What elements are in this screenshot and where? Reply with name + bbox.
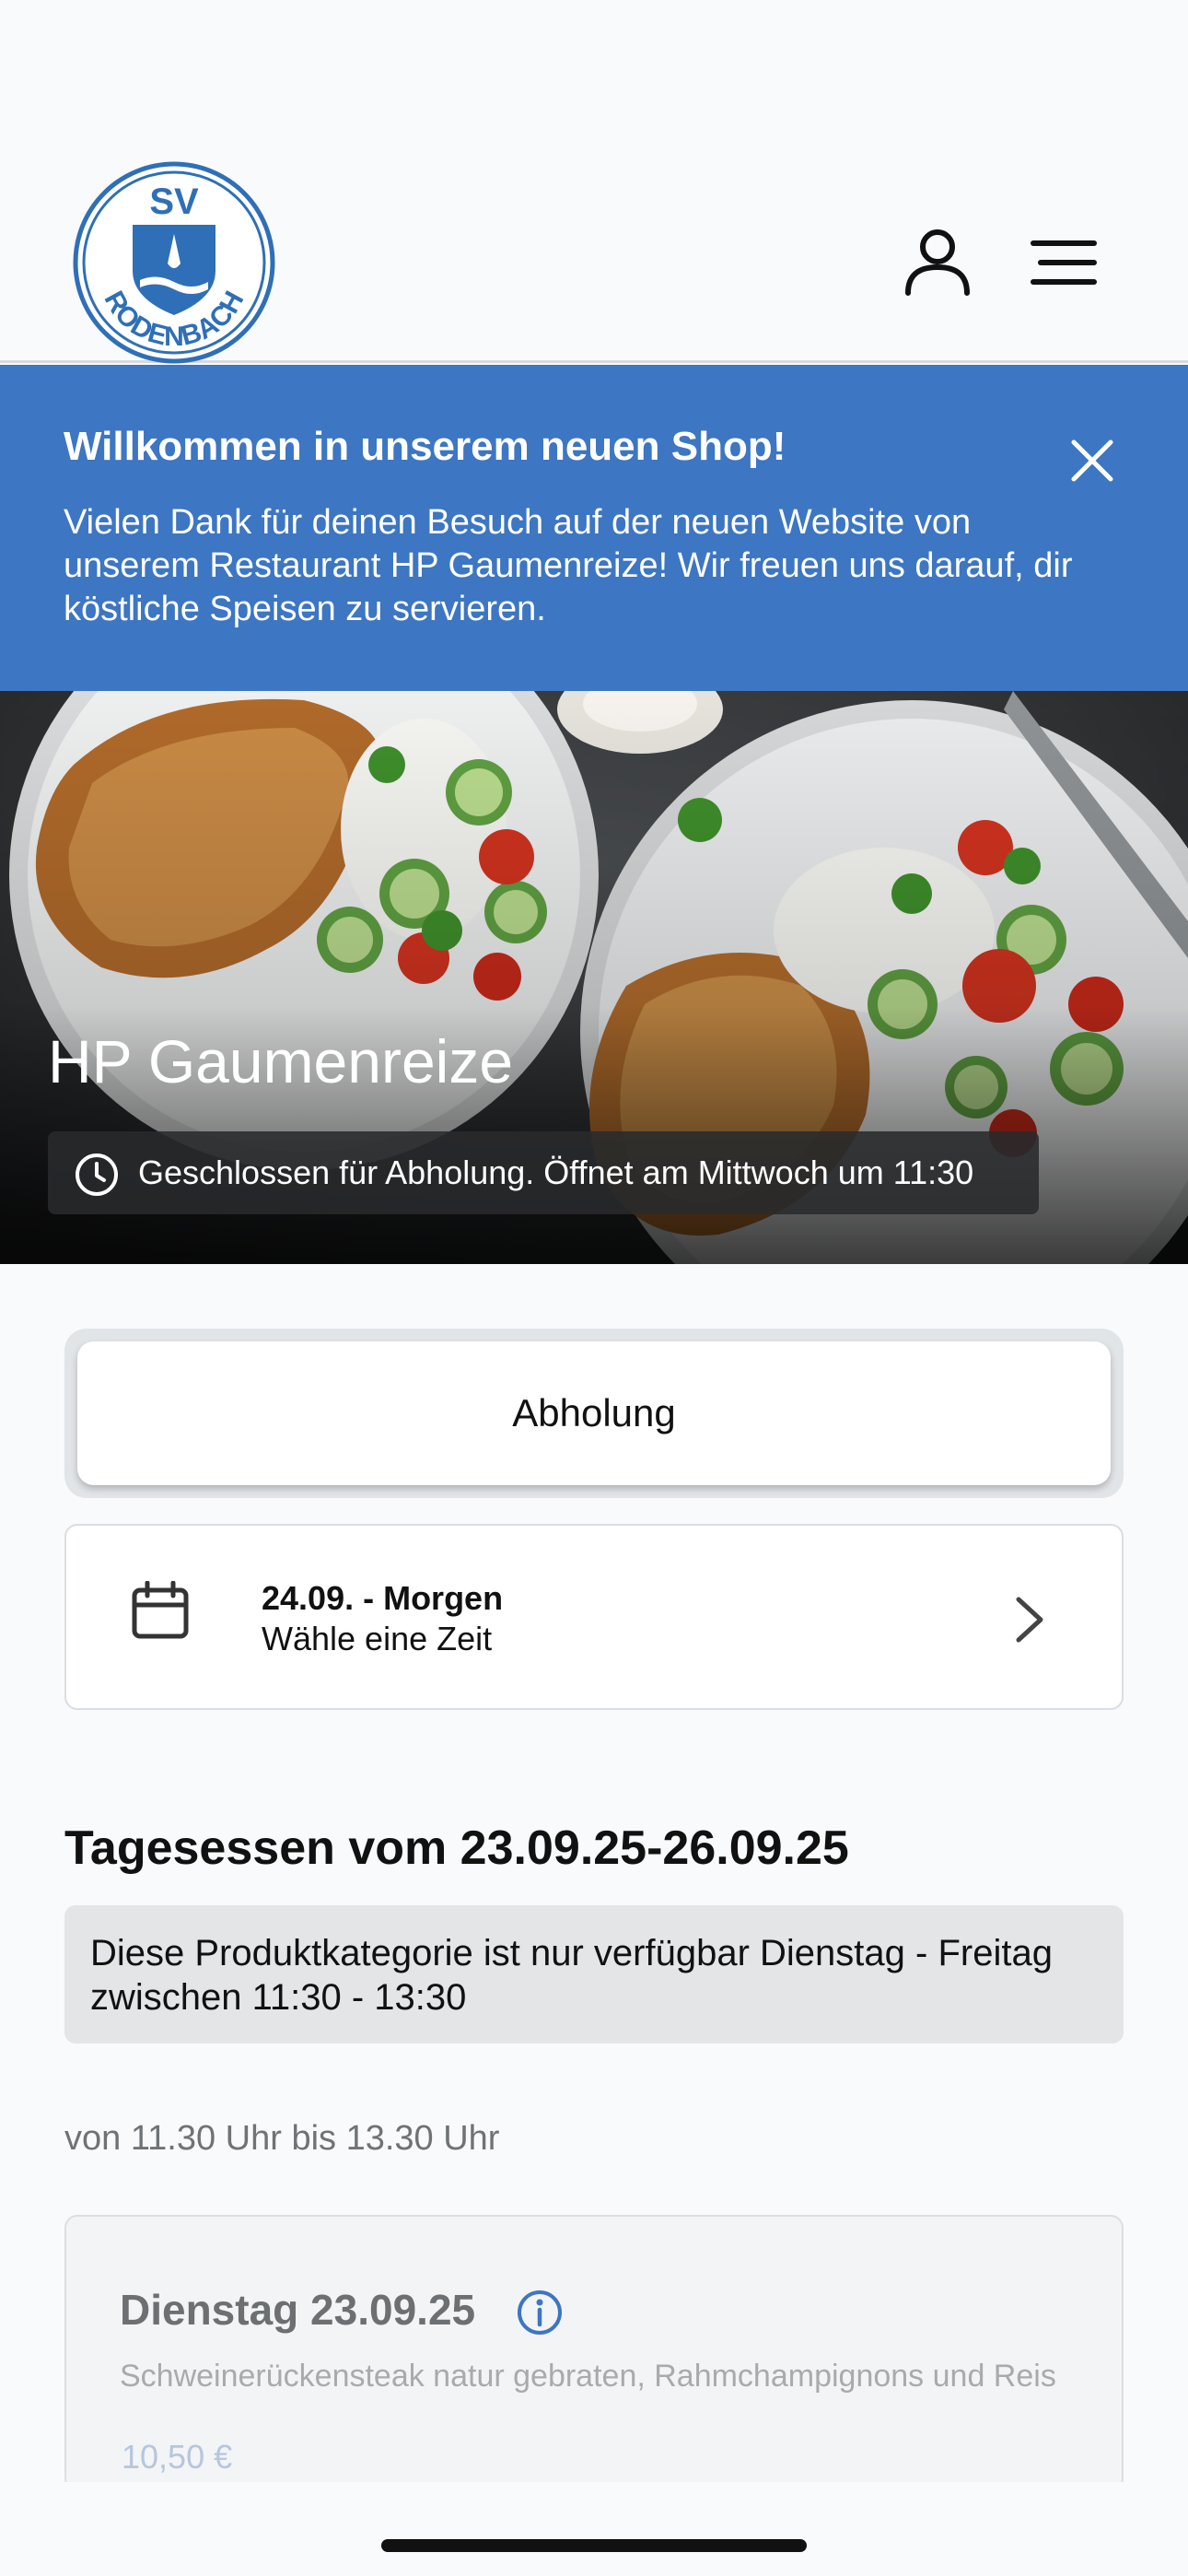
time-hint: Wähle eine Zeit [262,1620,493,1657]
clock-icon [76,1153,118,1196]
order-mode-toggle: Abholung [64,1329,1124,1498]
chevron-right-icon [1016,1597,1043,1643]
welcome-banner: Willkommen in unserem neuen Shop! Vielen… [0,365,1188,691]
availability-notice: Diese Produktkategorie ist nur verfügbar… [64,1905,1124,2043]
close-icon[interactable] [1066,435,1118,486]
menu-icon[interactable] [1030,238,1098,287]
calendar-icon [132,1581,189,1639]
banner-title: Willkommen in unserem neuen Shop! [64,424,786,469]
product-card[interactable]: Dienstag 23.09.25 Schweinerückensteak na… [64,2215,1124,2491]
banner-text: Vielen Dank für deinen Besuch auf der ne… [64,503,1073,628]
restaurant-name: HP Gaumenreize [48,1027,514,1095]
category-time-note: von 11.30 Uhr bis 13.30 Uhr [64,2119,500,2158]
selected-date: 24.09. - Morgen [262,1579,504,1617]
home-indicator[interactable] [381,2539,807,2552]
info-icon[interactable] [516,2289,564,2336]
bottom-bar [0,2482,1188,2576]
pickup-button[interactable]: Abholung [77,1341,1111,1485]
opening-status: Geschlossen für Abholung. Öffnet am Mitt… [48,1131,1039,1214]
user-icon[interactable] [903,227,973,297]
logo-text-top: SV [149,181,199,222]
header: SV RODENBACH [0,0,1188,365]
opening-status-text: Geschlossen für Abholung. Öffnet am Mitt… [138,1153,974,1191]
date-time-selector[interactable]: 24.09. - Morgen Wähle eine Zeit [64,1524,1124,1710]
hero-image: HP Gaumenreize Geschlossen für Abholung.… [0,691,1188,1264]
product-description: Schweinerückensteak natur gebraten, Rahm… [120,2359,1056,2394]
logo[interactable]: SV RODENBACH [72,160,276,365]
category-title: Tagesessen vom 23.09.25-26.09.25 [64,1821,849,1875]
product-price: 10,50 € [122,2438,233,2476]
product-name: Dienstag 23.09.25 [120,2286,476,2334]
